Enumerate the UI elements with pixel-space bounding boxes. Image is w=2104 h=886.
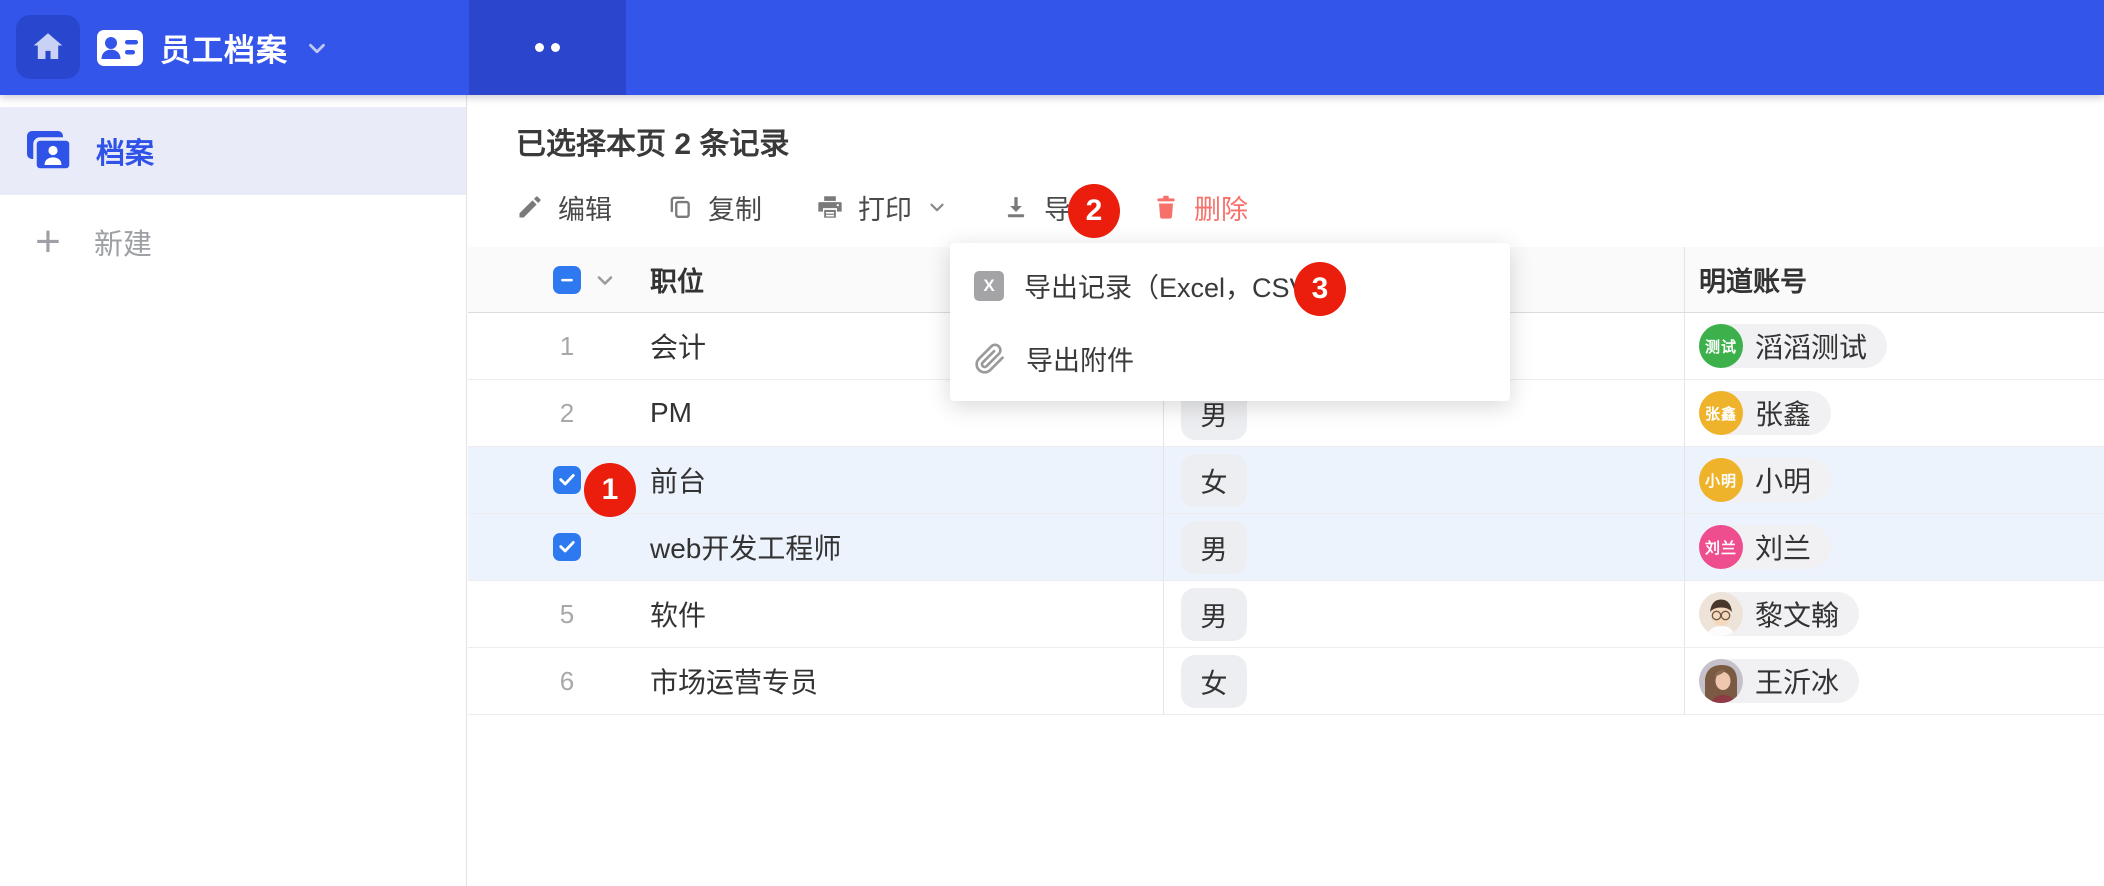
archive-card-icon [26,130,72,172]
account-name: 黎文翰 [1755,594,1839,634]
export-dropdown-menu: X 导出记录（Excel，CSV） 导出附件 [950,243,1510,401]
gender-badge: 女 [1181,655,1247,708]
account-name: 刘兰 [1755,527,1811,567]
copy-button[interactable]: 复制 [666,188,762,227]
position-cell: web开发工程师 [650,527,1163,567]
position-cell: 软件 [650,594,1163,634]
more-dots-icon [535,43,544,52]
copy-icon [666,193,694,221]
main-content: 已选择本页 2 条记录 编辑 复制 [468,95,2104,886]
account-chip[interactable]: 黎文翰 [1699,592,1859,636]
avatar-photo [1699,659,1743,703]
chevron-down-icon [926,196,948,218]
trash-icon [1152,193,1180,221]
chevron-down-icon[interactable] [304,35,330,61]
home-button[interactable] [16,15,80,79]
sidebar-item-label: 新建 [94,221,152,263]
row-number: 1 [553,331,581,362]
account-chip[interactable]: 测试滔滔测试 [1699,324,1887,368]
menu-item-export-attachments[interactable]: 导出附件 [950,322,1510,395]
table-row[interactable]: 前台女 小明小明 [468,447,2104,514]
table-row[interactable]: 5 软件男 黎文翰 [468,581,2104,648]
account-chip[interactable]: 张鑫张鑫 [1699,391,1831,435]
paperclip-icon [974,343,1006,375]
account-chip[interactable]: 刘兰刘兰 [1699,525,1831,569]
sidebar-item-label: 档案 [96,130,154,172]
position-cell: PM [650,397,1163,429]
column-header-account[interactable]: 明道账号 [1684,247,2104,312]
contact-card-icon [96,28,144,68]
row-number: 2 [553,398,581,429]
account-name: 王沂冰 [1755,661,1839,701]
account-name: 滔滔测试 [1755,326,1867,366]
row-checkbox[interactable] [553,533,581,561]
gender-badge: 男 [1181,588,1247,641]
row-number: 5 [553,599,581,630]
gender-badge: 男 [1181,521,1247,574]
excel-icon: X [974,271,1004,301]
download-icon [1002,193,1030,221]
avatar: 张鑫 [1699,391,1743,435]
page: 员工档案 档案 + 新建 [0,0,2104,886]
position-cell: 市场运营专员 [650,661,1163,701]
annotation-badge-2: 2 [1068,184,1120,238]
sidebar-item-new[interactable]: + 新建 [0,203,466,281]
sidebar-item-archive[interactable]: 档案 [0,107,466,195]
account-name: 小明 [1755,460,1811,500]
account-chip[interactable]: 王沂冰 [1699,659,1859,703]
table-row[interactable]: web开发工程师男 刘兰刘兰 [468,514,2104,581]
home-icon [30,29,66,65]
select-all-checkbox[interactable] [553,266,581,294]
selection-count-text: 已选择本页 2 条记录 [516,119,789,163]
row-number: 6 [553,666,581,697]
avatar-photo [1699,592,1743,636]
account-name: 张鑫 [1755,393,1811,433]
topbar: 员工档案 [0,0,2104,95]
row-checkbox[interactable] [553,466,581,494]
chevron-down-icon[interactable] [593,268,617,292]
app-title: 员工档案 [160,25,288,70]
edit-button[interactable]: 编辑 [516,188,612,227]
pencil-icon [516,193,544,221]
avatar: 刘兰 [1699,525,1743,569]
account-chip[interactable]: 小明小明 [1699,458,1831,502]
gender-badge: 女 [1181,454,1247,507]
delete-button[interactable]: 删除 [1152,188,1248,227]
more-dots-icon [551,43,560,52]
printer-icon [816,193,844,221]
avatar: 测试 [1699,324,1743,368]
batch-toolbar: 编辑 复制 [516,183,1248,231]
position-cell: 前台 [650,460,1163,500]
annotation-badge-3: 3 [1294,262,1346,316]
menu-item-export-records[interactable]: X 导出记录（Excel，CSV） [950,249,1510,322]
plus-icon: + [26,220,70,264]
print-button[interactable]: 打印 [816,188,948,227]
avatar: 小明 [1699,458,1743,502]
worksheet-tab[interactable] [469,0,626,95]
table-row[interactable]: 6 市场运营专员女 王沂冰 [468,648,2104,715]
sidebar: 档案 + 新建 [0,95,467,886]
annotation-badge-1: 1 [584,463,636,517]
app-header[interactable]: 员工档案 [96,0,330,95]
